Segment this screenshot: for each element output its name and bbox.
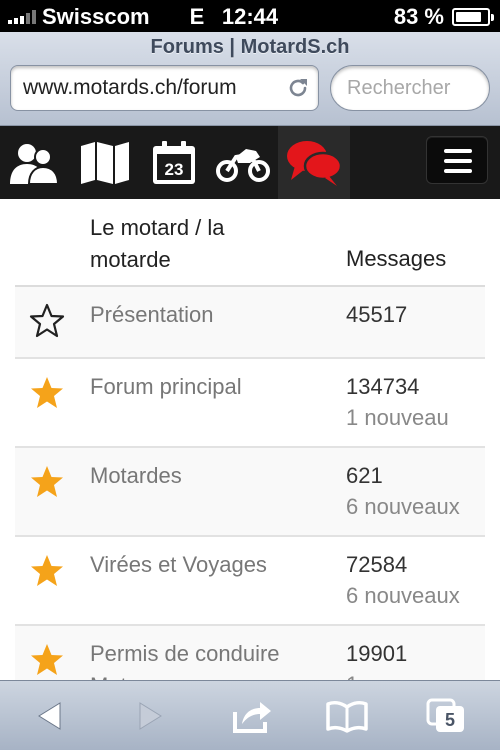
status-bar: Swisscom E 12:44 83 % [0, 0, 500, 32]
reload-icon[interactable] [286, 76, 310, 100]
star-filled-icon[interactable] [29, 642, 65, 678]
message-count: 621 [346, 463, 383, 488]
star-filled-icon[interactable] [29, 375, 65, 411]
browser-toolbar: 5 [0, 680, 500, 750]
tabs-count: 5 [445, 710, 455, 730]
battery-percent: 83 % [393, 4, 444, 29]
menu-button[interactable] [426, 136, 488, 184]
forum-table: Le motard / la motarde Messages Présenta… [15, 199, 485, 715]
star-filled-icon[interactable] [29, 553, 65, 589]
members-icon [10, 143, 60, 185]
forum-name[interactable]: Forum principal [90, 371, 330, 403]
nav-forum[interactable] [278, 126, 350, 199]
new-messages: 1 nouveau [346, 405, 449, 430]
share-icon [233, 702, 271, 733]
browser-address-bar: Forums | MotardS.ch www.motards.ch/forum [0, 32, 500, 126]
search-input[interactable] [330, 65, 490, 111]
table-row[interactable]: Présentation 45517 [15, 287, 485, 359]
nav-members[interactable] [0, 126, 68, 199]
new-messages: 6 nouveaux [346, 583, 460, 608]
nav-calendar[interactable]: 23 [140, 126, 208, 199]
forum-name[interactable]: Virées et Voyages [90, 549, 330, 581]
message-count: 72584 [346, 552, 408, 577]
url-text[interactable]: www.motards.ch/forum [23, 76, 283, 100]
tabs-button[interactable]: 5 [424, 694, 468, 738]
forum-bubbles-icon [287, 140, 343, 186]
map-icon [81, 141, 129, 184]
motorcycle-icon [216, 148, 270, 182]
table-row[interactable]: Virées et Voyages 72584 6 nouveaux [15, 537, 485, 626]
message-count: 45517 [346, 302, 408, 327]
forward-icon [139, 702, 162, 730]
bookmarks-button[interactable] [325, 694, 369, 738]
tabs-icon: 5 [426, 698, 464, 732]
back-icon [38, 702, 61, 730]
nav-motorcycle[interactable] [208, 126, 278, 199]
url-field[interactable]: www.motards.ch/forum [10, 65, 319, 111]
forward-button[interactable] [128, 694, 172, 738]
star-filled-icon[interactable] [29, 464, 65, 500]
star-outline-icon[interactable] [29, 303, 65, 339]
nav-map[interactable] [70, 126, 140, 199]
table-row[interactable]: Motardes 621 6 nouveaux [15, 448, 485, 537]
site-nav: 23 [0, 126, 500, 199]
bookmarks-icon [326, 701, 368, 733]
back-button[interactable] [28, 694, 72, 738]
table-header: Le motard / la motarde Messages [15, 199, 485, 287]
message-count: 19901 [346, 641, 408, 666]
column-header-forum: Le motard / la motarde [90, 215, 225, 272]
page-title: Forums | MotardS.ch [150, 36, 350, 58]
new-messages: 6 nouveaux [346, 494, 460, 519]
column-header-messages: Messages [346, 246, 447, 271]
table-row[interactable]: Forum principal 134734 1 nouveau [15, 359, 485, 448]
forum-name[interactable]: Motardes [90, 460, 330, 492]
calendar-icon: 23 [153, 140, 195, 184]
battery-icon [452, 8, 494, 26]
share-button[interactable] [231, 694, 275, 738]
calendar-day: 23 [165, 160, 184, 179]
forum-name[interactable]: Présentation [90, 299, 330, 331]
message-count: 134734 [346, 374, 420, 399]
